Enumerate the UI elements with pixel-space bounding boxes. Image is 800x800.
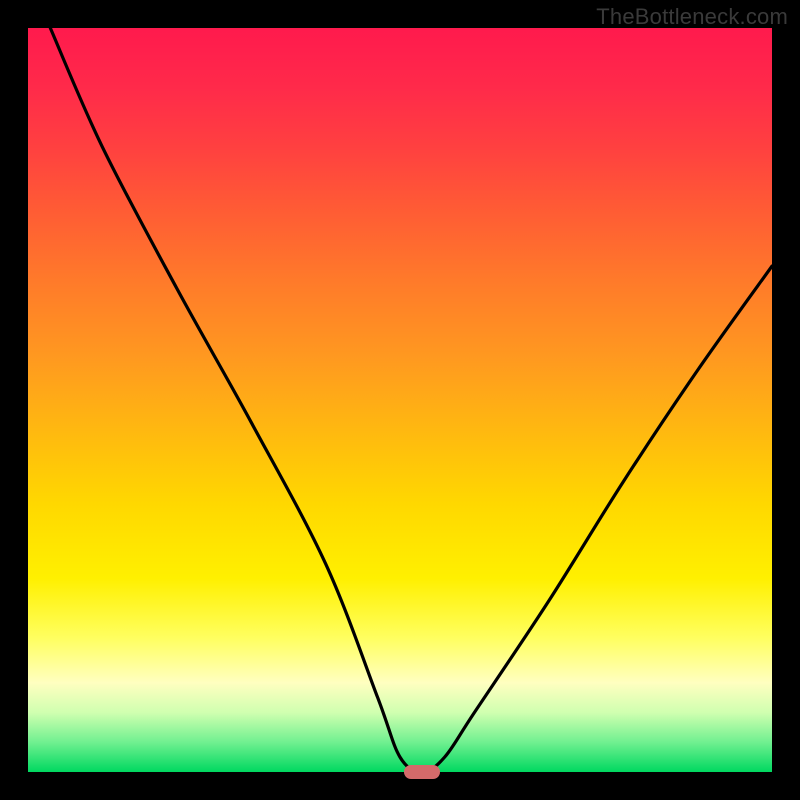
watermark-text: TheBottleneck.com (596, 4, 788, 30)
bottleneck-curve (28, 28, 772, 772)
chart-frame: TheBottleneck.com (0, 0, 800, 800)
plot-area (28, 28, 772, 772)
optimal-marker (404, 765, 440, 779)
